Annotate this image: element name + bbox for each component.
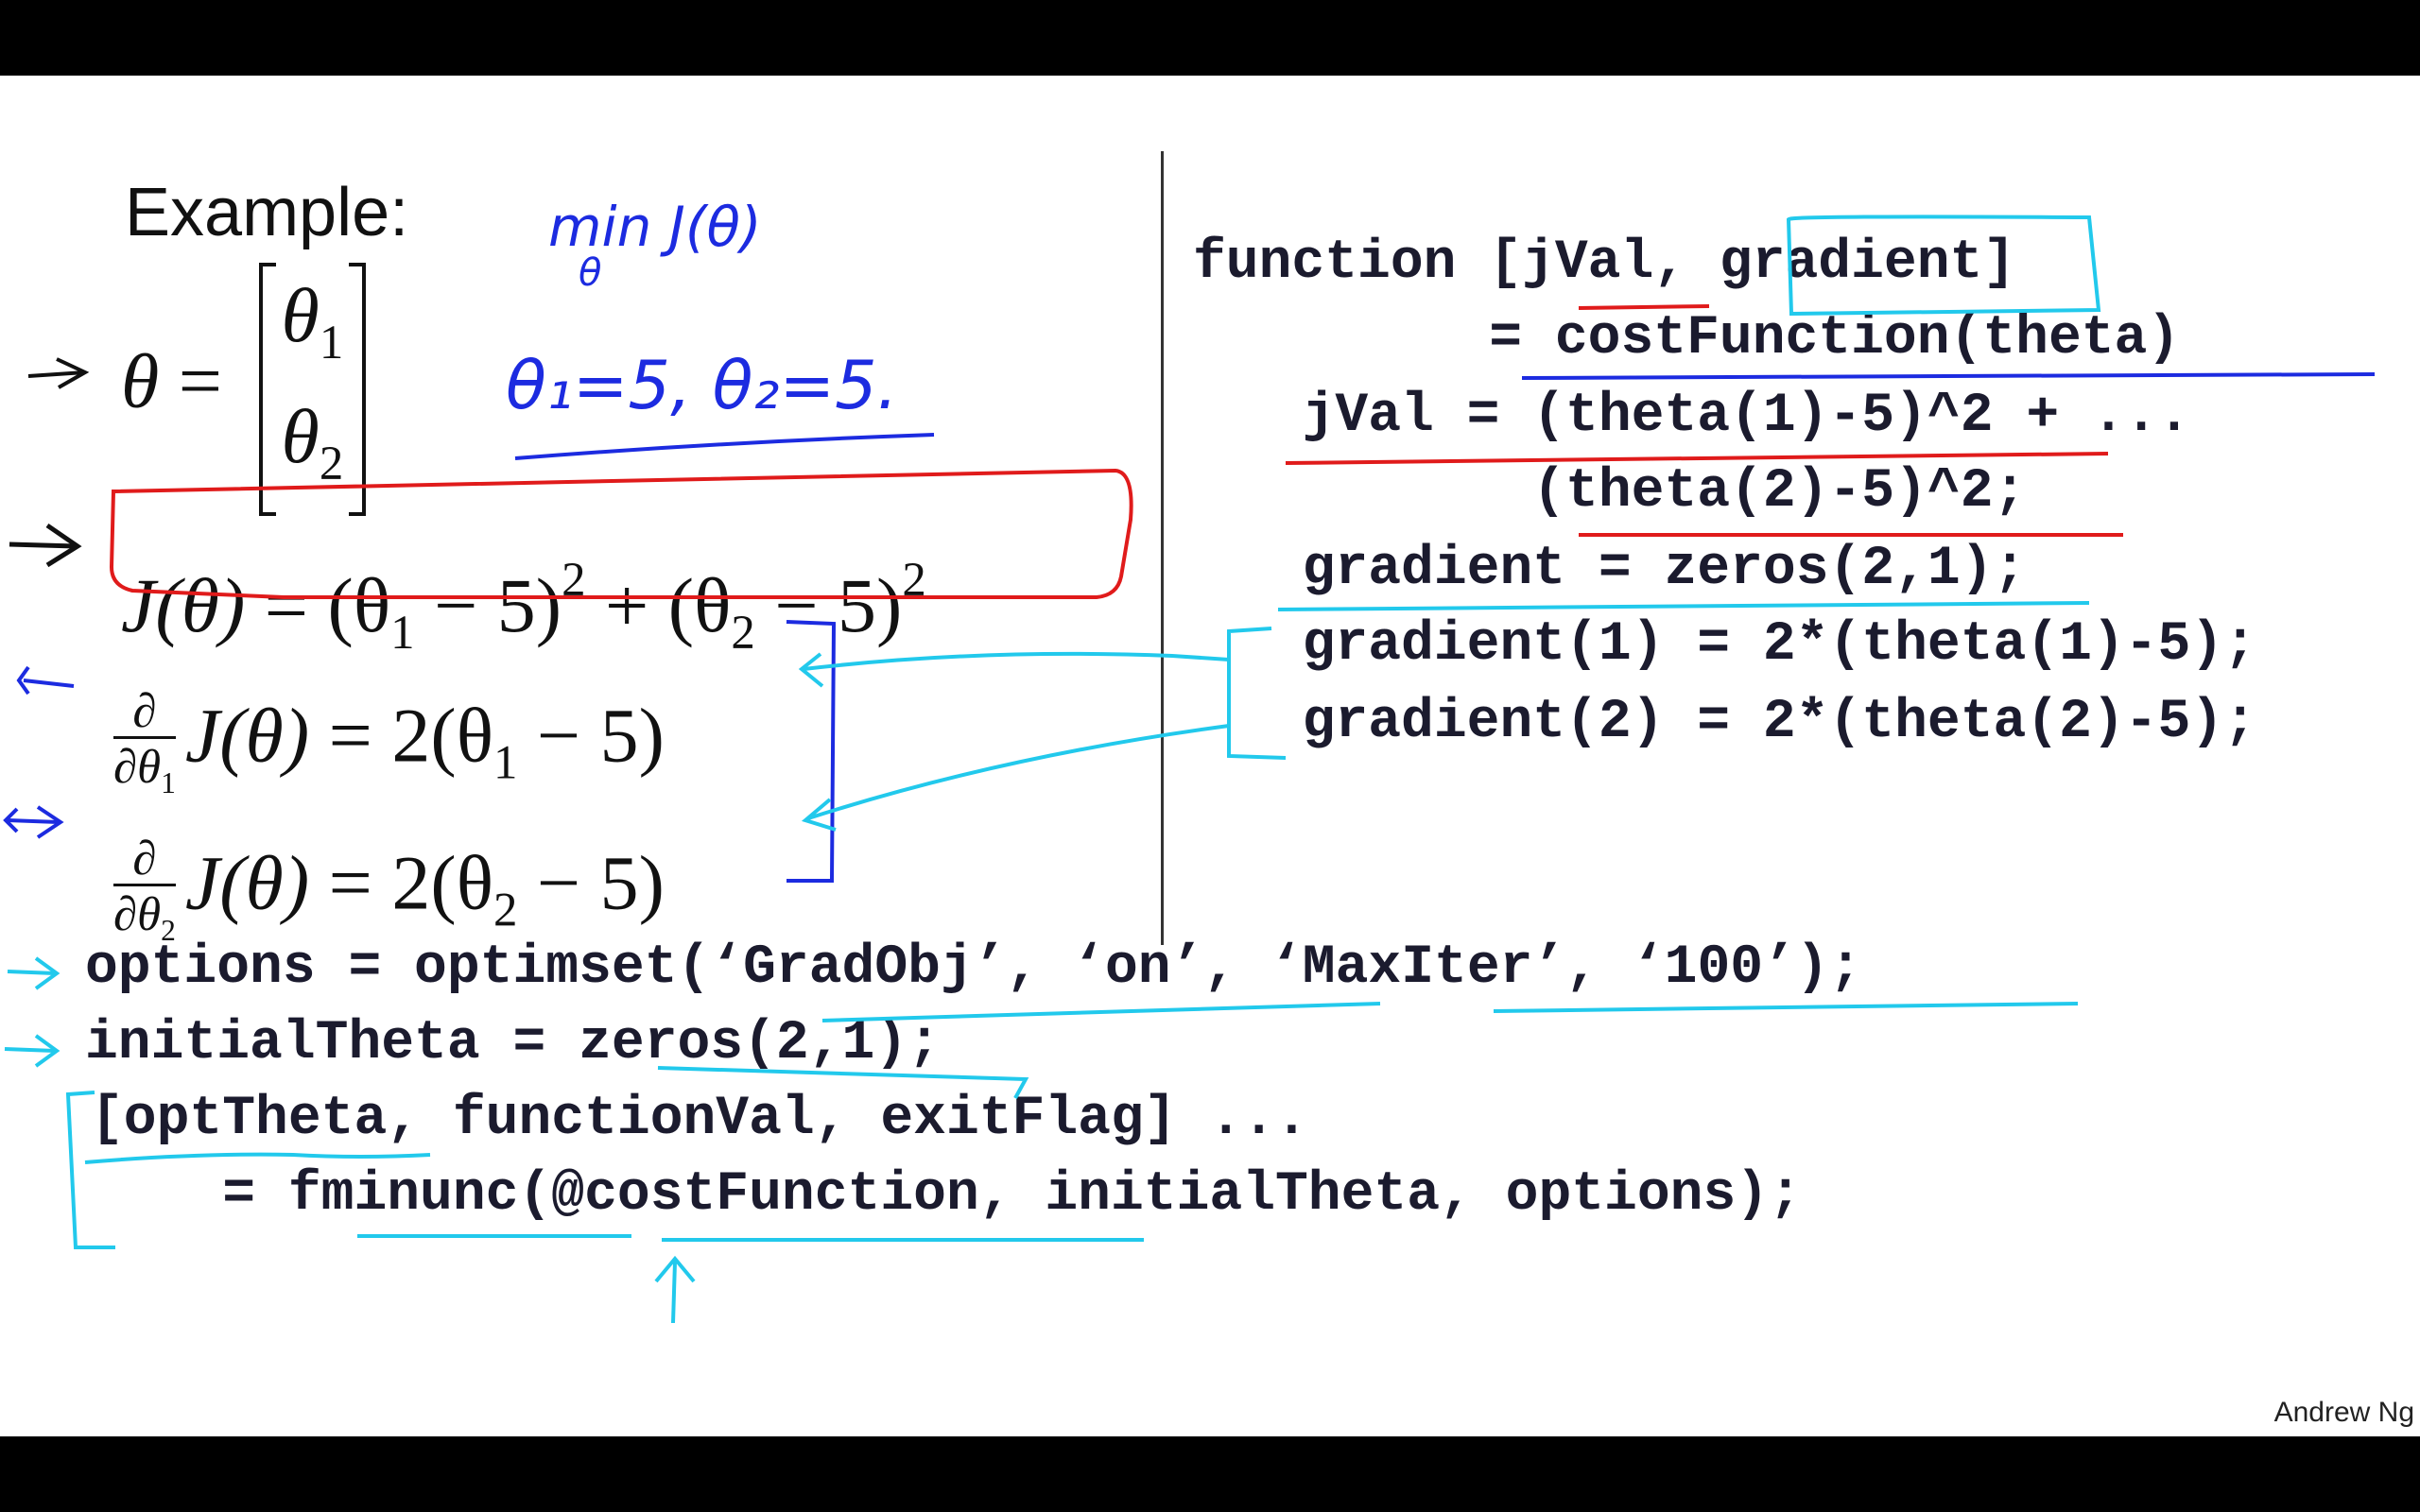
cost-term-b-sup: 2	[902, 553, 926, 606]
derivative-rhs-sub: 1	[493, 735, 518, 789]
partial-derivative-1: ∂ ∂θ1 J(θ) = 2(θ1 − 5)	[113, 685, 665, 801]
lecture-slide: Example: θ = θ1 θ2 J(θ) = (θ1 − 5)2 + (θ…	[0, 76, 2420, 1436]
theta-symbol: θ	[121, 337, 160, 424]
arrow-options-line	[7, 970, 56, 975]
handwritten-theta-values: θ₁=5, θ₂=5.	[506, 347, 898, 424]
cost-term-a-tail: − 5)	[414, 562, 562, 649]
theta1: θ	[281, 272, 320, 358]
example-heading: Example:	[125, 175, 409, 250]
derivative-rhs-tail: − 5)	[517, 692, 665, 779]
code-line-function-signature: function [jVal, gradient]	[1193, 232, 2016, 294]
blue-bracket	[786, 620, 837, 883]
cost-term-a: (θ1 − 5)2	[327, 553, 586, 659]
cost-term-a-sup: 2	[562, 553, 586, 606]
code-line-outputs: [optTheta, functionVal, exitFlag] ...	[91, 1089, 1308, 1150]
equals-sign: =	[328, 839, 372, 926]
code-line-options: options = optimset(‘GradObj’, ‘on’, ‘Max…	[85, 937, 1862, 999]
derivative-lhs: J(θ)	[184, 692, 310, 779]
handwritten-min-note: min J(θ)	[548, 195, 762, 259]
derivative-rhs-tail: − 5)	[517, 839, 665, 926]
theta-vector-definition: θ = θ1 θ2	[121, 263, 367, 516]
partial-fraction-1: ∂ ∂θ1	[113, 685, 176, 801]
vector-row-2: θ2	[282, 389, 344, 510]
partial-derivative-2: ∂ ∂θ2 J(θ) = 2(θ2 − 5)	[113, 833, 665, 949]
derivative-rhs-sub: 2	[493, 883, 518, 936]
d-theta: ∂θ	[113, 740, 162, 794]
partial-denominator: ∂θ1	[113, 739, 176, 800]
theta-vector: θ1 θ2	[258, 263, 367, 516]
d-theta-sub: 1	[161, 766, 176, 800]
code-line-gradient-2: gradient(2) = 2*(theta(2)-5);	[1236, 692, 2256, 753]
cost-term-b-sub: 2	[731, 605, 755, 659]
arrow-head-2-icon	[801, 798, 837, 832]
partial-fraction-2: ∂ ∂θ2	[113, 833, 176, 949]
equals-sign: =	[328, 692, 372, 779]
column-divider	[1161, 151, 1164, 945]
code-line-jval: jVal = (theta(1)-5)^2 + ...	[1236, 386, 2191, 447]
partial-numerator: ∂	[113, 833, 176, 887]
derivative-rhs-open: 2(θ	[391, 692, 493, 779]
code-line-gradient-1: gradient(1) = 2*(theta(1)-5);	[1236, 614, 2256, 676]
author-watermark: Andrew Ng	[2273, 1397, 2414, 1428]
cost-term-b-tail: − 5)	[754, 562, 903, 649]
underline-cost-function	[1521, 372, 2376, 380]
arrow-cost-icon	[9, 523, 82, 568]
arrow-up-line	[671, 1261, 677, 1324]
plus-sign: +	[585, 562, 668, 649]
arrow-initial-icon	[34, 1034, 60, 1068]
arrow-line-2	[807, 724, 1230, 820]
cost-term-b: (θ2 − 5)2	[667, 553, 926, 659]
code-line-cost-function: = costFunction(theta)	[1193, 308, 2181, 369]
theta2-subscript: 2	[319, 436, 344, 490]
code-line-fminunc: = fminunc(@costFunction, initialTheta, o…	[91, 1164, 1802, 1226]
handwritten-min-subscript: θ	[579, 251, 601, 295]
partial-numerator: ∂	[113, 685, 176, 740]
code-line-gradient-init: gradient = zeros(2,1);	[1236, 539, 2027, 600]
theta1-subscript: 1	[319, 315, 344, 369]
code-line-initial-theta: initialTheta = zeros(2,1);	[85, 1013, 941, 1074]
equals-sign: =	[264, 562, 309, 649]
derivative-rhs-open: 2(θ	[391, 839, 493, 926]
equals-sign: =	[178, 337, 223, 424]
code-line-jval-continued: (theta(2)-5)^2;	[1236, 461, 2027, 523]
vector-row-1: θ1	[282, 268, 344, 389]
arrow-up-icon	[654, 1255, 696, 1283]
cost-term-a-sub: 1	[390, 605, 415, 659]
arrow-options-icon	[34, 956, 60, 990]
theta2: θ	[281, 392, 320, 479]
arrow-derivative1-icon	[16, 665, 75, 696]
underline-maxiter	[1493, 1002, 2079, 1013]
underline-theta-values	[514, 433, 935, 460]
d-theta: ∂θ	[113, 887, 162, 941]
cost-term-b-open: (θ	[667, 562, 732, 649]
derivative-lhs: J(θ)	[184, 839, 310, 926]
arrow-theta-icon	[27, 357, 90, 389]
cost-lhs: J(θ)	[121, 562, 246, 649]
arrow-derivative2-icon	[3, 805, 64, 839]
underline-gradient-init	[1277, 601, 2090, 611]
cost-function-equation: J(θ) = (θ1 − 5)2 + (θ2 − 5)2	[121, 552, 926, 660]
arrow-initial-line	[4, 1047, 56, 1053]
underline-opttheta	[84, 1152, 431, 1164]
cost-term-a-open: (θ	[327, 562, 391, 649]
